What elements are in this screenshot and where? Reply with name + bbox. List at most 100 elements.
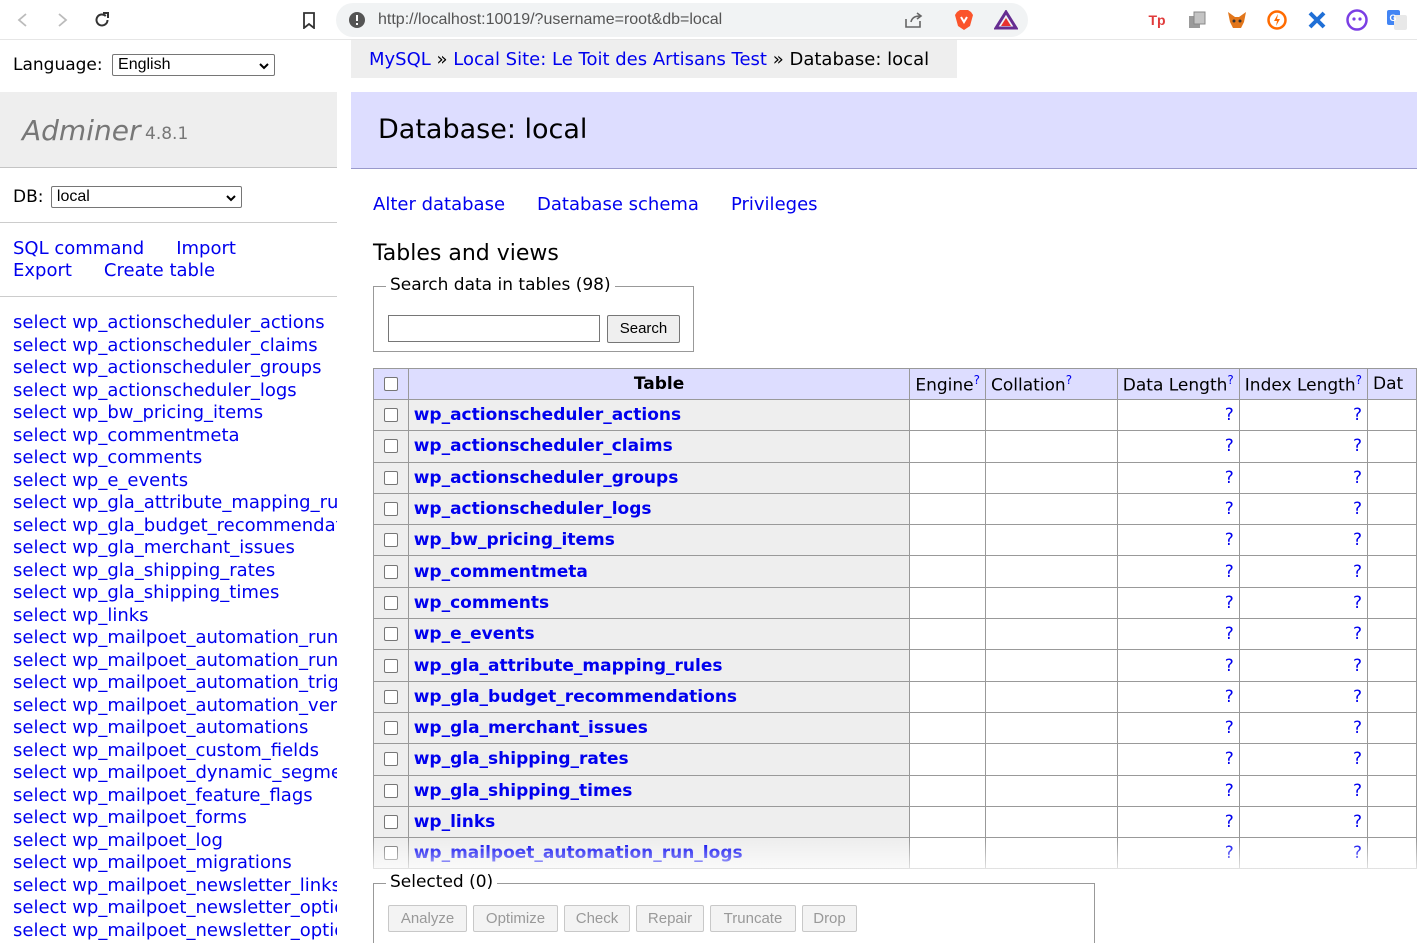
search-button[interactable]: Search (607, 315, 680, 343)
metamask-icon[interactable] (1226, 9, 1248, 31)
data-length-link[interactable]: ? (1225, 812, 1234, 832)
index-length-link[interactable]: ? (1353, 687, 1362, 707)
table-name-link[interactable]: wp_actionscheduler_logs (414, 499, 652, 519)
select-table-link[interactable]: select wp_actionscheduler_claims (13, 335, 337, 358)
select-table-link[interactable]: select wp_gla_shipping_times (13, 582, 337, 605)
index-length-link[interactable]: ? (1353, 656, 1362, 676)
row-checkbox[interactable] (383, 627, 398, 642)
select-table-link[interactable]: select wp_mailpoet_feature_flags (13, 785, 337, 808)
select-table-link[interactable]: select wp_mailpoet_newsletter_option (13, 897, 337, 920)
select-table-link[interactable]: select wp_commentmeta (13, 425, 337, 448)
index-length-link[interactable]: ? (1353, 781, 1362, 801)
index-length-link[interactable]: ? (1353, 812, 1362, 832)
back-icon[interactable] (11, 8, 35, 32)
create-table-link[interactable]: Create table (104, 260, 215, 282)
select-table-link[interactable]: select wp_e_events (13, 470, 337, 493)
index-length-link[interactable]: ? (1353, 468, 1362, 488)
data-length-link[interactable]: ? (1225, 436, 1234, 456)
select-table-link[interactable]: select wp_gla_shipping_rates (13, 560, 337, 583)
data-length-link[interactable]: ? (1225, 499, 1234, 519)
db-select[interactable]: local (50, 186, 242, 208)
table-name-link[interactable]: wp_gla_budget_recommendations (414, 687, 737, 707)
index-length-link[interactable]: ? (1353, 718, 1362, 738)
index-length-link[interactable]: ? (1353, 530, 1362, 550)
index-length-link[interactable]: ? (1353, 562, 1362, 582)
export-link[interactable]: Export (13, 260, 72, 282)
reload-icon[interactable] (90, 8, 114, 32)
data-length-link[interactable]: ? (1225, 593, 1234, 613)
table-name-link[interactable]: wp_bw_pricing_items (414, 530, 615, 550)
row-checkbox[interactable] (383, 752, 398, 767)
table-name-link[interactable]: wp_commentmeta (414, 562, 588, 582)
row-checkbox[interactable] (383, 533, 398, 548)
sql-command-link[interactable]: SQL command (13, 238, 144, 260)
index-length-link[interactable]: ? (1353, 624, 1362, 644)
optimize-button[interactable]: Optimize (473, 905, 558, 932)
share-icon[interactable] (904, 11, 924, 33)
index-length-link[interactable]: ? (1353, 436, 1362, 456)
data-length-link[interactable]: ? (1225, 468, 1234, 488)
row-checkbox[interactable] (383, 470, 398, 485)
select-table-link[interactable]: select wp_gla_attribute_mapping_rules (13, 492, 337, 515)
select-table-link[interactable]: select wp_actionscheduler_groups (13, 357, 337, 380)
help-link[interactable]: ? (1356, 373, 1362, 387)
drop-button[interactable]: Drop (802, 905, 857, 932)
table-name-link[interactable]: wp_links (414, 812, 496, 832)
search-input[interactable] (388, 315, 600, 342)
select-table-link[interactable]: select wp_mailpoet_automations (13, 717, 337, 740)
breadcrumb-mysql-link[interactable]: MySQL (369, 49, 431, 70)
row-checkbox[interactable] (383, 502, 398, 517)
select-table-link[interactable]: select wp_mailpoet_forms (13, 807, 337, 830)
select-table-link[interactable]: select wp_bw_pricing_items (13, 402, 337, 425)
select-table-link[interactable]: select wp_actionscheduler_logs (13, 380, 337, 403)
data-length-link[interactable]: ? (1225, 749, 1234, 769)
data-length-link[interactable]: ? (1225, 624, 1234, 644)
table-name-link[interactable]: wp_mailpoet_automation_run_logs (414, 843, 743, 863)
data-length-link[interactable]: ? (1225, 405, 1234, 425)
help-link[interactable]: ? (974, 373, 980, 387)
table-name-link[interactable]: wp_actionscheduler_claims (414, 436, 673, 456)
orange-extension-icon[interactable] (1266, 9, 1288, 31)
index-length-link[interactable]: ? (1353, 499, 1362, 519)
site-info-icon[interactable] (348, 11, 366, 33)
select-all-checkbox[interactable] (383, 377, 398, 391)
row-checkbox[interactable] (383, 846, 398, 861)
bookmark-icon[interactable] (297, 8, 321, 32)
privileges-link[interactable]: Privileges (731, 194, 818, 215)
select-table-link[interactable]: select wp_gla_merchant_issues (13, 537, 337, 560)
row-checkbox[interactable] (383, 595, 398, 610)
language-select[interactable]: English (112, 54, 276, 76)
copy-extension-icon[interactable] (1186, 9, 1208, 31)
breadcrumb-site-link[interactable]: Local Site: Le Toit des Artisans Test (453, 49, 767, 70)
blue-x-extension-icon[interactable] (1306, 9, 1328, 31)
data-length-link[interactable]: ? (1225, 530, 1234, 550)
index-length-link[interactable]: ? (1353, 405, 1362, 425)
alter-database-link[interactable]: Alter database (373, 194, 505, 215)
data-length-link[interactable]: ? (1225, 843, 1234, 863)
index-length-link[interactable]: ? (1353, 593, 1362, 613)
select-table-link[interactable]: select wp_mailpoet_newsletter_option_fie… (13, 920, 337, 943)
select-table-link[interactable]: select wp_links (13, 605, 337, 628)
select-table-link[interactable]: select wp_mailpoet_automation_run_logs (13, 627, 337, 650)
purple-extension-icon[interactable] (1346, 9, 1368, 31)
row-checkbox[interactable] (383, 439, 398, 454)
data-length-link[interactable]: ? (1225, 687, 1234, 707)
help-link[interactable]: ? (1066, 373, 1072, 387)
index-length-link[interactable]: ? (1353, 843, 1362, 863)
select-table-link[interactable]: select wp_mailpoet_newsletter_links (13, 875, 337, 898)
truncate-button[interactable]: Truncate (710, 905, 796, 932)
table-name-link[interactable]: wp_comments (414, 593, 549, 613)
select-table-link[interactable]: select wp_actionscheduler_actions (13, 312, 337, 335)
select-table-link[interactable]: select wp_mailpoet_automation_triggers (13, 672, 337, 695)
select-table-link[interactable]: select wp_comments (13, 447, 337, 470)
table-name-link[interactable]: wp_actionscheduler_groups (414, 468, 679, 488)
repair-button[interactable]: Repair (636, 905, 704, 932)
database-schema-link[interactable]: Database schema (537, 194, 699, 215)
select-table-link[interactable]: select wp_mailpoet_migrations (13, 852, 337, 875)
forward-icon[interactable] (50, 8, 74, 32)
select-table-link[interactable]: select wp_mailpoet_dynamic_segment_filte… (13, 762, 337, 785)
table-name-link[interactable]: wp_actionscheduler_actions (414, 405, 681, 425)
row-checkbox[interactable] (383, 408, 398, 423)
data-length-link[interactable]: ? (1225, 562, 1234, 582)
table-name-link[interactable]: wp_e_events (414, 624, 535, 644)
